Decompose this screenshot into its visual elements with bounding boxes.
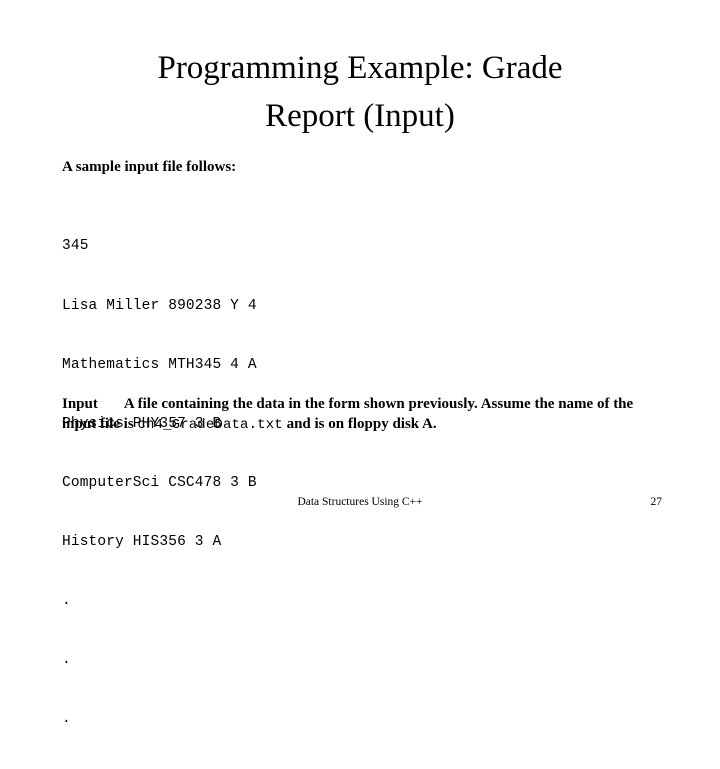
ellipsis-line: . <box>62 593 71 610</box>
intro-text: A sample input file follows: <box>62 159 237 175</box>
intro-text-block: A sample input file follows: <box>62 158 640 177</box>
data-line: History HIS356 3 A <box>62 533 222 550</box>
footer-page-number: 27 <box>650 496 663 508</box>
page-title-line-2: Report (Input) <box>265 98 455 134</box>
slide-canvas: Programming Example: Grade Report (Input… <box>0 0 720 727</box>
data-line: ComputerSci CSC478 3 B <box>62 474 257 491</box>
ellipsis-line: . <box>62 652 71 669</box>
data-line: Lisa Miller 890238 Y 4 <box>62 297 257 314</box>
footer-book-title: Data Structures Using C++ <box>297 496 423 508</box>
data-line: Mathematics MTH345 4 A <box>62 356 257 373</box>
input-filename: ch4_GradeData.txt <box>137 417 283 433</box>
sample-input-file-listing: 345 Lisa Miller 890238 Y 4 Mathematics M… <box>62 198 257 769</box>
input-description-after: and is on floppy disk A. <box>282 416 437 432</box>
data-line: 345 <box>62 238 89 255</box>
input-label: Input <box>62 396 98 412</box>
page-title: Programming Example: Grade Report (Input… <box>40 44 680 140</box>
input-description-paragraph: Input A file containing the data in the f… <box>62 394 642 435</box>
page-title-line-1: Programming Example: Grade <box>157 50 563 86</box>
slide-footer: Data Structures Using C++ 27 <box>0 494 720 514</box>
ellipsis-line: . <box>62 711 71 728</box>
